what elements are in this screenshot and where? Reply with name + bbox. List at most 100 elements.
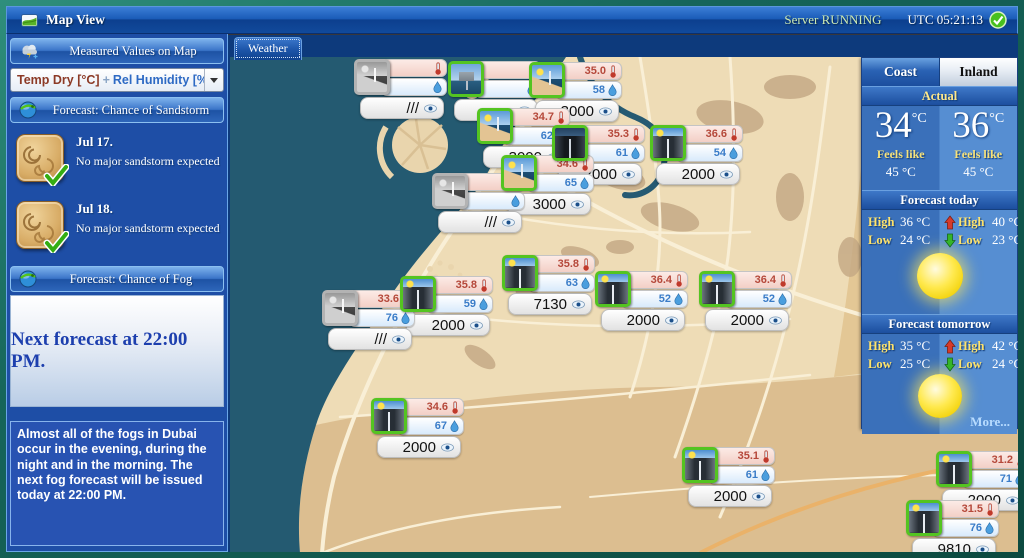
droplet-icon bbox=[674, 293, 683, 305]
title-bar: Map View Server RUNNING UTC 05:21:13 bbox=[6, 6, 1018, 34]
station-photo-icon bbox=[371, 398, 407, 434]
arrow-down-icon bbox=[942, 233, 958, 248]
eye-icon bbox=[1006, 496, 1018, 505]
sandstorm-icon bbox=[16, 134, 64, 182]
droplet-icon bbox=[479, 298, 488, 310]
humidity-value: 76 bbox=[970, 522, 982, 534]
app-window: Map View Server RUNNING UTC 05:21:13 bbox=[0, 0, 1024, 558]
measured-values-dropdown[interactable]: Temp Dry [°C]+Rel Humidity [%] bbox=[10, 68, 224, 92]
eye-icon bbox=[720, 170, 733, 179]
forecast-today-section: High 36 °C High 40 °C Low 24 °C Low 23 °… bbox=[862, 210, 1017, 314]
today-inland-high: 40 °C bbox=[992, 214, 1018, 230]
thermometer-icon bbox=[609, 65, 617, 78]
station-photo-icon bbox=[906, 500, 942, 536]
station-photo-icon bbox=[354, 59, 390, 95]
map-area: Weather bbox=[228, 34, 1018, 552]
droplet-icon bbox=[608, 84, 617, 96]
station-photo-icon bbox=[501, 155, 537, 191]
thermometer-icon bbox=[480, 279, 488, 292]
inland-feels-like: 45 °C bbox=[940, 164, 1018, 180]
humidity-value: 52 bbox=[659, 293, 671, 305]
droplet-icon bbox=[581, 277, 590, 289]
forecast-today-header: Forecast today bbox=[862, 190, 1017, 210]
sandstorm-item-jul18: Jul 18. No major sandstorm expected bbox=[10, 191, 224, 258]
eye-icon bbox=[665, 316, 678, 325]
forecast-date: Jul 17. bbox=[76, 134, 220, 150]
station-marker[interactable]: 35.8 63 7130 bbox=[502, 255, 600, 319]
droplet-icon bbox=[985, 522, 994, 534]
more-link[interactable]: More... bbox=[970, 414, 1010, 430]
droplet-icon bbox=[511, 195, 520, 207]
inland-actual: 36°C Feels like 45 °C bbox=[940, 106, 1018, 190]
station-marker[interactable]: 36.6 54 2000 bbox=[650, 125, 748, 189]
sidebar: Measured Values on Map Temp Dry [°C]+Rel… bbox=[6, 34, 228, 552]
station-marker[interactable]: 35.1 61 2000 bbox=[682, 447, 780, 511]
droplet-icon bbox=[729, 147, 738, 159]
temperature-value: 35.0 bbox=[585, 65, 606, 77]
fog-next-forecast-text: Next forecast at 22:00 PM. bbox=[11, 329, 223, 373]
thermometer-icon bbox=[675, 274, 683, 287]
weather-cloud-icon bbox=[19, 43, 41, 59]
humidity-value: 76 bbox=[386, 312, 398, 324]
tomorrow-inland-low: 24 °C bbox=[992, 356, 1018, 372]
visibility-value: 2000 bbox=[627, 312, 660, 329]
temperature-value: 35.3 bbox=[608, 128, 629, 140]
humidity-value: 54 bbox=[714, 147, 726, 159]
visibility-value: 2000 bbox=[714, 488, 747, 505]
eye-icon bbox=[752, 492, 765, 501]
coast-actual: 34°C Feels like 45 °C bbox=[862, 106, 940, 190]
thermometer-icon bbox=[762, 450, 770, 463]
forecast-text: No major sandstorm expected bbox=[76, 221, 220, 236]
thermometer-icon bbox=[434, 62, 442, 75]
station-marker[interactable]: 36.4 52 2000 bbox=[595, 271, 693, 335]
inland-temperature: 36 bbox=[952, 105, 989, 146]
station-photo-icon bbox=[448, 61, 484, 97]
coast-feels-like: 45 °C bbox=[862, 164, 940, 180]
temperature-value: 34.6 bbox=[427, 401, 448, 413]
temperature-value: 36.4 bbox=[755, 274, 776, 286]
station-marker[interactable]: 34.6 67 2000 bbox=[371, 398, 469, 462]
tab-inland[interactable]: Inland bbox=[940, 58, 1017, 86]
fog-next-forecast-panel: Next forecast at 22:00 PM. bbox=[10, 295, 224, 407]
forecast-tomorrow-header: Forecast tomorrow bbox=[862, 314, 1017, 334]
utc-clock: UTC 05:21:13 bbox=[908, 12, 983, 28]
eye-icon bbox=[599, 107, 612, 116]
station-marker[interactable]: 36.4 52 2000 bbox=[699, 271, 797, 335]
eye-icon bbox=[572, 300, 585, 309]
droplet-icon bbox=[1015, 473, 1018, 485]
humidity-value: 59 bbox=[464, 298, 476, 310]
station-photo-icon bbox=[650, 125, 686, 161]
droplet-icon bbox=[778, 293, 787, 305]
station-photo-icon bbox=[936, 451, 972, 487]
chevron-down-icon bbox=[210, 78, 218, 83]
humidity-value: 67 bbox=[435, 420, 447, 432]
tab-weather[interactable]: Weather bbox=[234, 37, 302, 60]
eye-icon bbox=[976, 545, 989, 553]
weather-summary-panel: Coast Inland Actual 34°C Feels like 45 °… bbox=[861, 57, 1018, 429]
humidity-value: 61 bbox=[616, 147, 628, 159]
temperature-value: 36.4 bbox=[651, 274, 672, 286]
visibility-value: /// bbox=[406, 100, 419, 117]
droplet-icon bbox=[631, 147, 640, 159]
map-view-icon bbox=[21, 13, 38, 28]
visibility-value: 2000 bbox=[682, 166, 715, 183]
map-canvas[interactable]: /// bbox=[230, 57, 1018, 552]
station-photo-icon bbox=[552, 125, 588, 161]
thermometer-icon bbox=[986, 503, 994, 516]
humidity-value: 58 bbox=[593, 84, 605, 96]
visibility-value: /// bbox=[374, 331, 387, 348]
station-marker[interactable]: 31.5 76 9810 bbox=[906, 500, 1004, 552]
eye-icon bbox=[470, 321, 483, 330]
tomorrow-coast-low: 25 °C bbox=[900, 356, 942, 372]
dropdown-arrow-button[interactable] bbox=[204, 69, 223, 91]
station-marker[interactable]: /// bbox=[354, 59, 452, 123]
eye-icon bbox=[424, 104, 437, 113]
arrow-up-icon bbox=[942, 215, 958, 230]
arrow-up-icon bbox=[942, 339, 958, 354]
check-icon bbox=[43, 164, 69, 186]
temperature-value: 34.7 bbox=[533, 111, 554, 123]
tab-coast[interactable]: Coast bbox=[862, 58, 940, 86]
visibility-value: 2000 bbox=[432, 317, 465, 334]
droplet-icon bbox=[580, 177, 589, 189]
temperature-value: 31.2 bbox=[992, 454, 1013, 466]
